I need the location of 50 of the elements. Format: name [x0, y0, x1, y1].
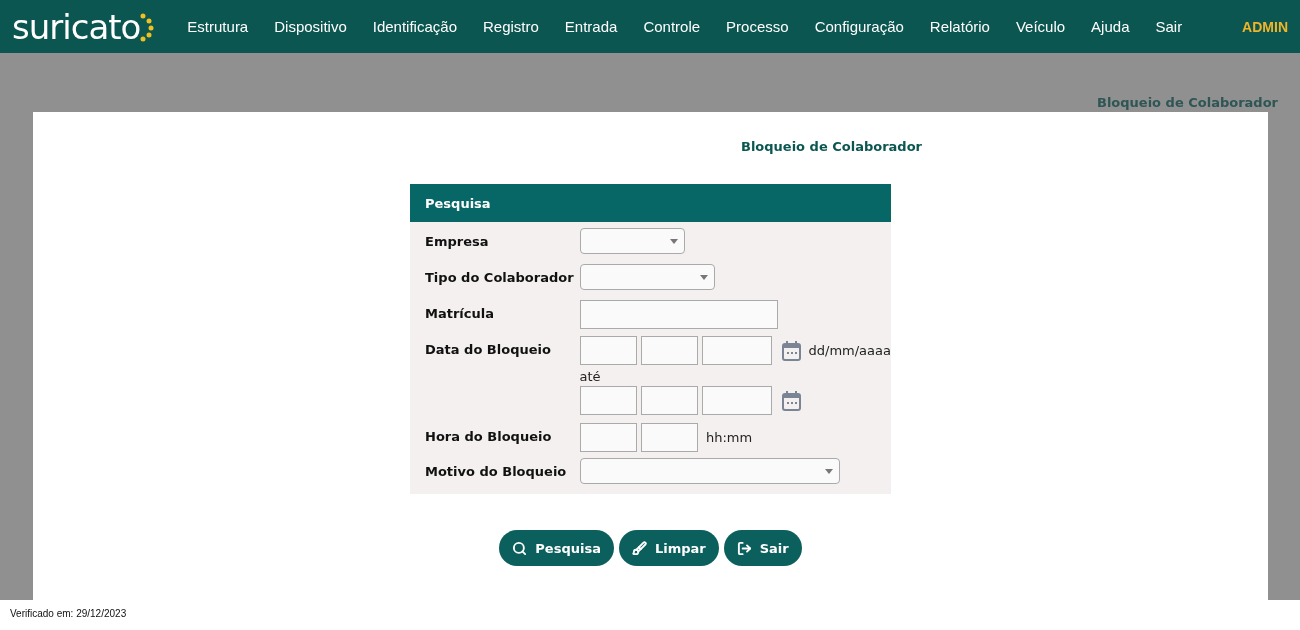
exit-button[interactable]: Sair: [723, 530, 802, 566]
menu-item[interactable]: Sair: [1155, 18, 1183, 35]
menu-item[interactable]: Ajuda: [1091, 18, 1130, 35]
breadcrumb: Bloqueio de Colaborador: [1097, 95, 1278, 112]
field-label: Motivo do Bloqueio: [425, 463, 568, 481]
menu-item[interactable]: Dispositivo: [274, 18, 347, 35]
calendar-icon[interactable]: [781, 390, 801, 411]
caret-icon: [670, 238, 678, 244]
range-separator: até: [579, 369, 602, 384]
month-field[interactable]: [640, 386, 698, 415]
menu-item[interactable]: Entrada: [564, 18, 618, 35]
menu-item[interactable]: Relatório: [929, 18, 990, 35]
logo: suricato: [12, 9, 155, 44]
menu-item[interactable]: Estrutura: [187, 18, 249, 35]
menu-item[interactable]: Identificação: [372, 18, 457, 35]
select-field[interactable]: [580, 264, 715, 290]
year-field[interactable]: [701, 386, 772, 415]
menu-item[interactable]: Configuração: [814, 18, 904, 35]
minute-field[interactable]: [641, 423, 698, 452]
date-format-hint: dd/mm/aaaa: [808, 343, 891, 358]
menu-item[interactable]: Veículo: [1015, 18, 1066, 35]
select-field[interactable]: [580, 458, 840, 484]
menu-item[interactable]: Registro: [483, 18, 539, 35]
select-field[interactable]: [580, 228, 685, 254]
menu-item[interactable]: Controle: [643, 18, 701, 35]
input-field[interactable]: [580, 300, 778, 329]
clear-button[interactable]: Limpar: [618, 530, 719, 566]
caret-icon: [700, 274, 708, 280]
month-field[interactable]: [640, 336, 698, 365]
page-title: Bloqueio de Colaborador: [741, 139, 922, 154]
menu-item[interactable]: Processo: [726, 18, 789, 35]
exit-icon: [736, 540, 752, 556]
field-label: Matrícula: [425, 305, 495, 323]
search-button[interactable]: Pesquisa: [499, 530, 614, 566]
field-label: Empresa: [425, 233, 490, 251]
day-field[interactable]: [579, 336, 637, 365]
brush-icon: [631, 540, 647, 556]
year-field[interactable]: [701, 336, 772, 365]
field-label: Tipo do Colaborador: [425, 269, 575, 287]
caret-icon: [825, 468, 833, 474]
search-icon: [512, 540, 528, 556]
verification-date: Verificado em: 29/12/2023: [9, 607, 128, 619]
user-name[interactable]: ADMIN: [1242, 18, 1288, 35]
day-field[interactable]: [579, 386, 637, 415]
panel-header: Pesquisa: [410, 184, 891, 222]
field-label: Hora do Bloqueio: [425, 428, 553, 446]
time-format-hint: hh:mm: [706, 430, 753, 445]
hour-field[interactable]: [580, 423, 637, 452]
field-label: Data do Bloqueio: [425, 341, 552, 359]
calendar-icon[interactable]: [781, 340, 801, 361]
